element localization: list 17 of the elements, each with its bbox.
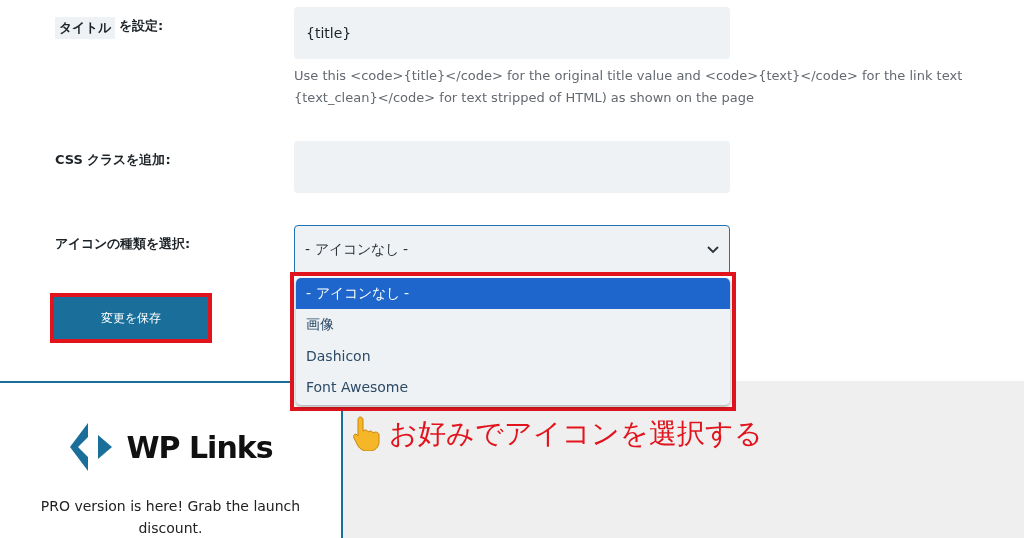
- dropdown-option[interactable]: Dashicon: [296, 340, 730, 371]
- field-label: アイコンの種類を選択:: [55, 235, 191, 253]
- dropdown-option[interactable]: - アイコンなし -: [296, 278, 730, 309]
- help-text: {text_clean}</code> for text stripped of HTML) as shown on the page: [294, 90, 754, 105]
- chevron-icon: [707, 246, 719, 254]
- label-highlight: タイトル: [55, 17, 115, 39]
- field-label: を設定:: [119, 17, 164, 35]
- save-button[interactable]: 変更を保存: [54, 297, 208, 339]
- field-label: CSS クラスを追加:: [55, 151, 171, 169]
- icon-type-select[interactable]: - アイコンなし -: [294, 225, 730, 275]
- dropdown-option[interactable]: Font Awesome: [296, 371, 730, 402]
- annotation-text: お好みでアイコンを選択する: [389, 416, 763, 452]
- help-text: Use this <code>{title}</code> for the original title value and <code>{text}</code> for the link text: [294, 68, 963, 83]
- promo-text: PRO version is here! Grab the launch discount.: [39, 497, 302, 538]
- title-input[interactable]: {title}: [294, 7, 730, 59]
- dropdown-option[interactable]: 画像: [296, 309, 730, 340]
- logo-text: WP Links: [126, 429, 273, 465]
